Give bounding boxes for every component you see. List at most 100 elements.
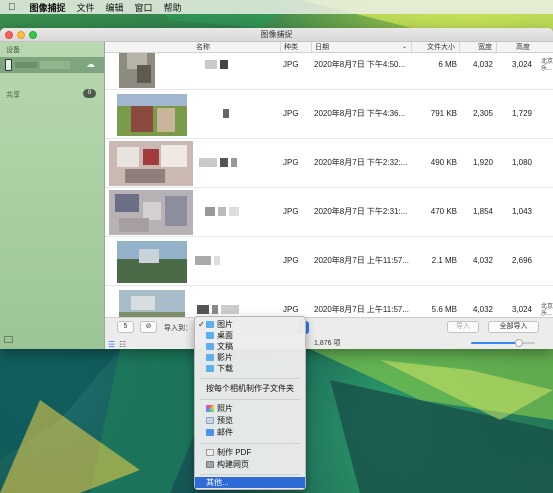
- table-row[interactable]: JPG 2020年8月7日 下午2:32:... 490 KB 1,920 1,…: [105, 139, 553, 188]
- close-button[interactable]: [5, 31, 13, 39]
- column-header-size[interactable]: 文件大小: [411, 42, 459, 53]
- cell-date: 2020年8月7日 下午4:50...: [314, 60, 406, 69]
- menu-item-build-web-page[interactable]: 构建网页: [195, 459, 305, 470]
- minimize-button[interactable]: [17, 31, 25, 39]
- menu-separator: [200, 378, 300, 379]
- cell-width: 4,032: [472, 256, 493, 265]
- column-header-height[interactable]: 高度: [496, 42, 534, 53]
- delete-button[interactable]: ⊘: [140, 321, 157, 333]
- menu-item-preview[interactable]: 预览: [195, 415, 305, 426]
- cell-width: 1,920: [472, 158, 493, 167]
- table-row[interactable]: JPG 2020年8月7日 下午2:31:... 470 KB 1,854 1,…: [105, 188, 553, 237]
- menu-app-name[interactable]: 图像捕捉: [30, 1, 66, 14]
- menu-edit[interactable]: 编辑: [106, 1, 124, 14]
- photo-thumbnail: [109, 288, 193, 317]
- cell-height: 1,080: [511, 158, 532, 167]
- menu-item-documents[interactable]: 文稿: [195, 341, 305, 352]
- zoom-button[interactable]: [29, 31, 37, 39]
- folder-icon: [206, 354, 214, 361]
- menu-item-other[interactable]: 其他...: [195, 477, 305, 488]
- menu-item-pictures[interactable]: ✓ 图片: [195, 319, 305, 330]
- cell-kind: JPG: [283, 60, 299, 69]
- thumbnail-size-slider[interactable]: [471, 339, 535, 347]
- preview-app-icon: [206, 417, 214, 424]
- menu-separator: [200, 399, 300, 400]
- menu-item-downloads[interactable]: 下载: [195, 363, 305, 374]
- column-header-date-label: 日期: [315, 44, 329, 51]
- menu-help[interactable]: 帮助: [164, 1, 182, 14]
- menu-item-label: 文稿: [217, 342, 233, 351]
- menu-item-make-subfolders[interactable]: 按每个相机制作子文件夹: [195, 383, 305, 394]
- menu-file[interactable]: 文件: [77, 1, 95, 14]
- slider-knob[interactable]: [515, 339, 523, 347]
- sidebar-toggle-icon[interactable]: [4, 336, 13, 343]
- menu-item-make-pdf[interactable]: 制作 PDF: [195, 447, 305, 458]
- menu-item-mail[interactable]: 邮件: [195, 427, 305, 438]
- cell-size: 6 MB: [438, 60, 457, 69]
- menu-item-movies[interactable]: 影片: [195, 352, 305, 363]
- menu-item-label: 预览: [217, 416, 233, 425]
- menu-item-desktop[interactable]: 桌面: [195, 330, 305, 341]
- table-row[interactable]: JPG 2020年8月7日 下午4:36... 791 KB 2,305 1,7…: [105, 90, 553, 139]
- folder-icon: [206, 365, 214, 372]
- apple-menu-icon[interactable]: : [8, 2, 16, 13]
- photo-thumbnail: [109, 92, 193, 137]
- cell-width: 1,854: [472, 207, 493, 216]
- menu-item-label: 制作 PDF: [217, 448, 252, 457]
- table-row[interactable]: JPG 2020年8月7日 上午11:57... 2.1 MB 4,032 2,…: [105, 237, 553, 286]
- cloud-icon[interactable]: ☁: [86, 59, 95, 70]
- cell-height: 1,729: [511, 109, 532, 118]
- cell-size: 490 KB: [430, 158, 457, 167]
- import-button[interactable]: 导入: [447, 321, 479, 333]
- no-entry-icon: ⊘: [145, 323, 152, 330]
- cell-height: 1,043: [511, 207, 532, 216]
- shared-count-badge: 0: [83, 89, 96, 98]
- menu-window[interactable]: 窗口: [135, 1, 153, 14]
- item-count: 1,876 项: [314, 340, 341, 347]
- menu-separator: [200, 474, 300, 475]
- cell-location: 北京 乐...: [541, 59, 553, 72]
- cell-height: 3,024: [511, 305, 532, 314]
- cell-location: 北京 乐...: [541, 304, 553, 317]
- cell-width: 4,032: [472, 305, 493, 314]
- cell-size: 791 KB: [430, 109, 457, 118]
- column-header-date[interactable]: 日期 ⌄: [311, 42, 411, 53]
- import-to-label: 导入到：: [164, 325, 192, 332]
- menu-item-label: 照片: [217, 404, 233, 413]
- cell-height: 2,696: [511, 256, 532, 265]
- import-all-button[interactable]: 全部导入: [488, 321, 539, 333]
- folder-icon: [206, 343, 214, 350]
- menu-item-label: 按每个相机制作子文件夹: [206, 384, 294, 393]
- menu-bar:  图像捕捉 文件 编辑 窗口 帮助: [0, 0, 553, 14]
- mail-app-icon: [206, 429, 214, 436]
- list-view-icon[interactable]: ☰: [108, 340, 115, 349]
- menu-item-label: 下载: [217, 364, 233, 373]
- image-list: JPG 2020年8月7日 下午4:50... 6 MB 4,032 3,024…: [105, 53, 553, 317]
- column-header-width[interactable]: 宽度: [459, 42, 496, 53]
- pdf-icon: [206, 449, 214, 456]
- table-row[interactable]: JPG 2020年8月7日 下午4:50... 6 MB 4,032 3,024…: [105, 53, 553, 90]
- cell-date: 2020年8月7日 下午2:31:...: [314, 207, 408, 216]
- cell-width: 2,305: [472, 109, 493, 118]
- device-name-blurred: [40, 61, 70, 69]
- sidebar-device-item[interactable]: ☁: [0, 57, 104, 73]
- grid-view-icon[interactable]: ☷: [119, 340, 126, 349]
- rotate-button[interactable]: 5: [117, 321, 134, 333]
- sidebar: 设备 ☁ 共享 0: [0, 42, 105, 349]
- menu-item-photos[interactable]: 照片: [195, 403, 305, 414]
- menu-item-label: 影片: [217, 353, 233, 362]
- column-header-name[interactable]: 名称: [193, 42, 265, 53]
- shared-heading: 共享: [6, 92, 20, 99]
- bottom-toolbar: 5 ⊘ 导入到： ▲▼ 导入 全部导入 ☰ ☷ 1,876 项: [105, 317, 553, 349]
- cell-height: 3,024: [511, 60, 532, 69]
- image-capture-window: 图像捕捉 设备 ☁ 共享 0 名称 种类 日期 ⌄ 文件大小 宽度 高度 JPG…: [0, 28, 553, 349]
- table-row[interactable]: JPG 2020年8月7日 上午11:57... 5.6 MB 4,032 3,…: [105, 286, 553, 317]
- cell-kind: JPG: [283, 305, 299, 314]
- cell-size: 5.6 MB: [431, 305, 457, 314]
- photo-thumbnail: [109, 141, 193, 186]
- file-name-blurred: [197, 305, 242, 314]
- cell-date: 2020年8月7日 上午11:57...: [314, 256, 410, 265]
- folder-icon: [206, 321, 214, 328]
- file-name-blurred: [205, 60, 231, 69]
- column-header-kind[interactable]: 种类: [280, 42, 311, 53]
